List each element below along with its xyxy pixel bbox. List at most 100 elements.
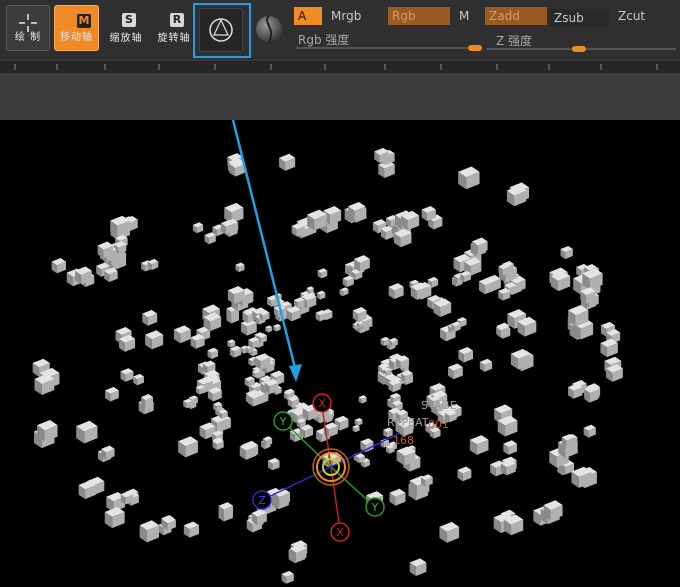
rgb-intensity-label: Rgb 强度 — [298, 33, 350, 47]
mode-rgb-button[interactable]: Rgb — [388, 7, 450, 25]
cube — [354, 255, 370, 272]
cube — [178, 436, 198, 458]
svg-text:Y: Y — [371, 501, 379, 514]
cube — [389, 337, 398, 347]
cube — [358, 395, 367, 404]
cube — [279, 153, 296, 171]
cube — [447, 363, 463, 380]
cube — [120, 368, 134, 382]
cube — [78, 480, 96, 500]
mode-m-button[interactable]: M — [455, 7, 479, 25]
material-button[interactable] — [252, 10, 286, 48]
z-intensity-knob[interactable] — [572, 46, 586, 52]
cube — [457, 466, 472, 482]
cube — [458, 166, 480, 190]
z-intensity-label: Z 强度 — [496, 34, 533, 48]
scale-key-icon: S — [122, 13, 136, 27]
cube — [204, 232, 216, 245]
z-axis-handle[interactable]: Z — [252, 490, 272, 510]
cube — [439, 521, 460, 543]
cube — [145, 330, 164, 350]
cube — [342, 275, 354, 288]
stage-label: STAGE — [421, 399, 457, 412]
x-axis-handle-top[interactable]: X — [312, 393, 332, 413]
cube — [316, 290, 326, 300]
cube — [267, 457, 280, 471]
cube — [317, 268, 328, 279]
move-label: 移动轴 — [60, 32, 93, 43]
rotate-key-icon: R — [170, 13, 184, 27]
cube — [101, 445, 115, 460]
move-button[interactable]: M 移动轴 — [54, 5, 99, 51]
mode-mrgb-button[interactable]: Mrgb — [327, 7, 387, 25]
cube — [352, 424, 360, 433]
cube — [383, 427, 393, 438]
cube — [105, 386, 119, 402]
crosshair-icon — [19, 14, 37, 32]
cube — [478, 277, 495, 295]
mode-a-button[interactable]: A — [294, 7, 322, 25]
cube — [104, 506, 125, 529]
cube — [147, 258, 159, 271]
cube — [51, 258, 67, 274]
cube — [34, 373, 55, 396]
cube — [190, 333, 205, 349]
cube — [503, 440, 517, 455]
cube — [76, 420, 98, 444]
scale-button[interactable]: S 缩放轴 — [104, 5, 148, 51]
draw-button[interactable]: 绘 制 — [6, 5, 50, 51]
cube — [273, 324, 281, 332]
cube — [262, 436, 273, 447]
cube — [142, 309, 158, 326]
y-axis-handle-bottom[interactable]: Y — [365, 497, 385, 517]
cube — [265, 325, 273, 333]
cube — [567, 383, 583, 399]
cube — [460, 270, 471, 283]
secondary-panel — [0, 73, 680, 120]
count-label: 168 — [393, 434, 414, 447]
cube — [251, 509, 267, 526]
cube — [583, 424, 596, 438]
rotate-label: 旋转轴 — [157, 33, 191, 44]
cube — [281, 570, 294, 584]
svg-text:X: X — [336, 526, 344, 539]
cube — [458, 346, 474, 363]
move-key-icon: M — [77, 14, 91, 28]
x-axis-handle-bottom[interactable]: X — [330, 522, 350, 542]
cube — [389, 488, 406, 506]
cube — [421, 474, 433, 487]
top-toolbar: 绘 制 M 移动轴 S 缩放轴 R 旋转轴 A Mrgb Rgb M Zadd … — [0, 0, 680, 60]
cube — [388, 283, 404, 300]
cube — [207, 347, 219, 360]
cube — [37, 419, 58, 442]
mode-zadd-button[interactable]: Zadd — [485, 7, 547, 25]
cube — [479, 358, 493, 372]
toolbar-divider-strip — [0, 60, 680, 74]
cube — [227, 339, 236, 348]
cube — [498, 288, 511, 301]
cube — [469, 435, 489, 455]
cube — [451, 321, 461, 332]
y-axis-handle-top[interactable]: Y — [273, 411, 293, 431]
svg-text:Y: Y — [279, 415, 287, 428]
rgb-intensity-knob[interactable] — [468, 45, 482, 51]
cube — [409, 558, 427, 576]
repeat-suffix-label: 001 — [428, 418, 449, 431]
svg-text:X: X — [318, 397, 326, 410]
cube — [600, 338, 618, 358]
cube — [229, 345, 242, 358]
cube — [315, 310, 327, 322]
rotate-button[interactable]: R 旋转轴 — [152, 5, 196, 51]
cube — [192, 222, 204, 234]
viewport-scene: X X Y Y Z — [32, 120, 623, 584]
cube — [183, 521, 200, 538]
cube — [235, 262, 245, 273]
annotation-arrow-head — [289, 364, 302, 382]
scale-label: 缩放轴 — [109, 33, 143, 44]
mode-zsub-button[interactable]: Zsub — [550, 9, 610, 27]
rgb-intensity-slider[interactable] — [296, 47, 482, 49]
cube — [340, 287, 349, 296]
mode-zcut-button[interactable]: Zcut — [614, 7, 674, 25]
gizmo-highlight-box — [193, 3, 251, 58]
cube — [133, 373, 144, 386]
